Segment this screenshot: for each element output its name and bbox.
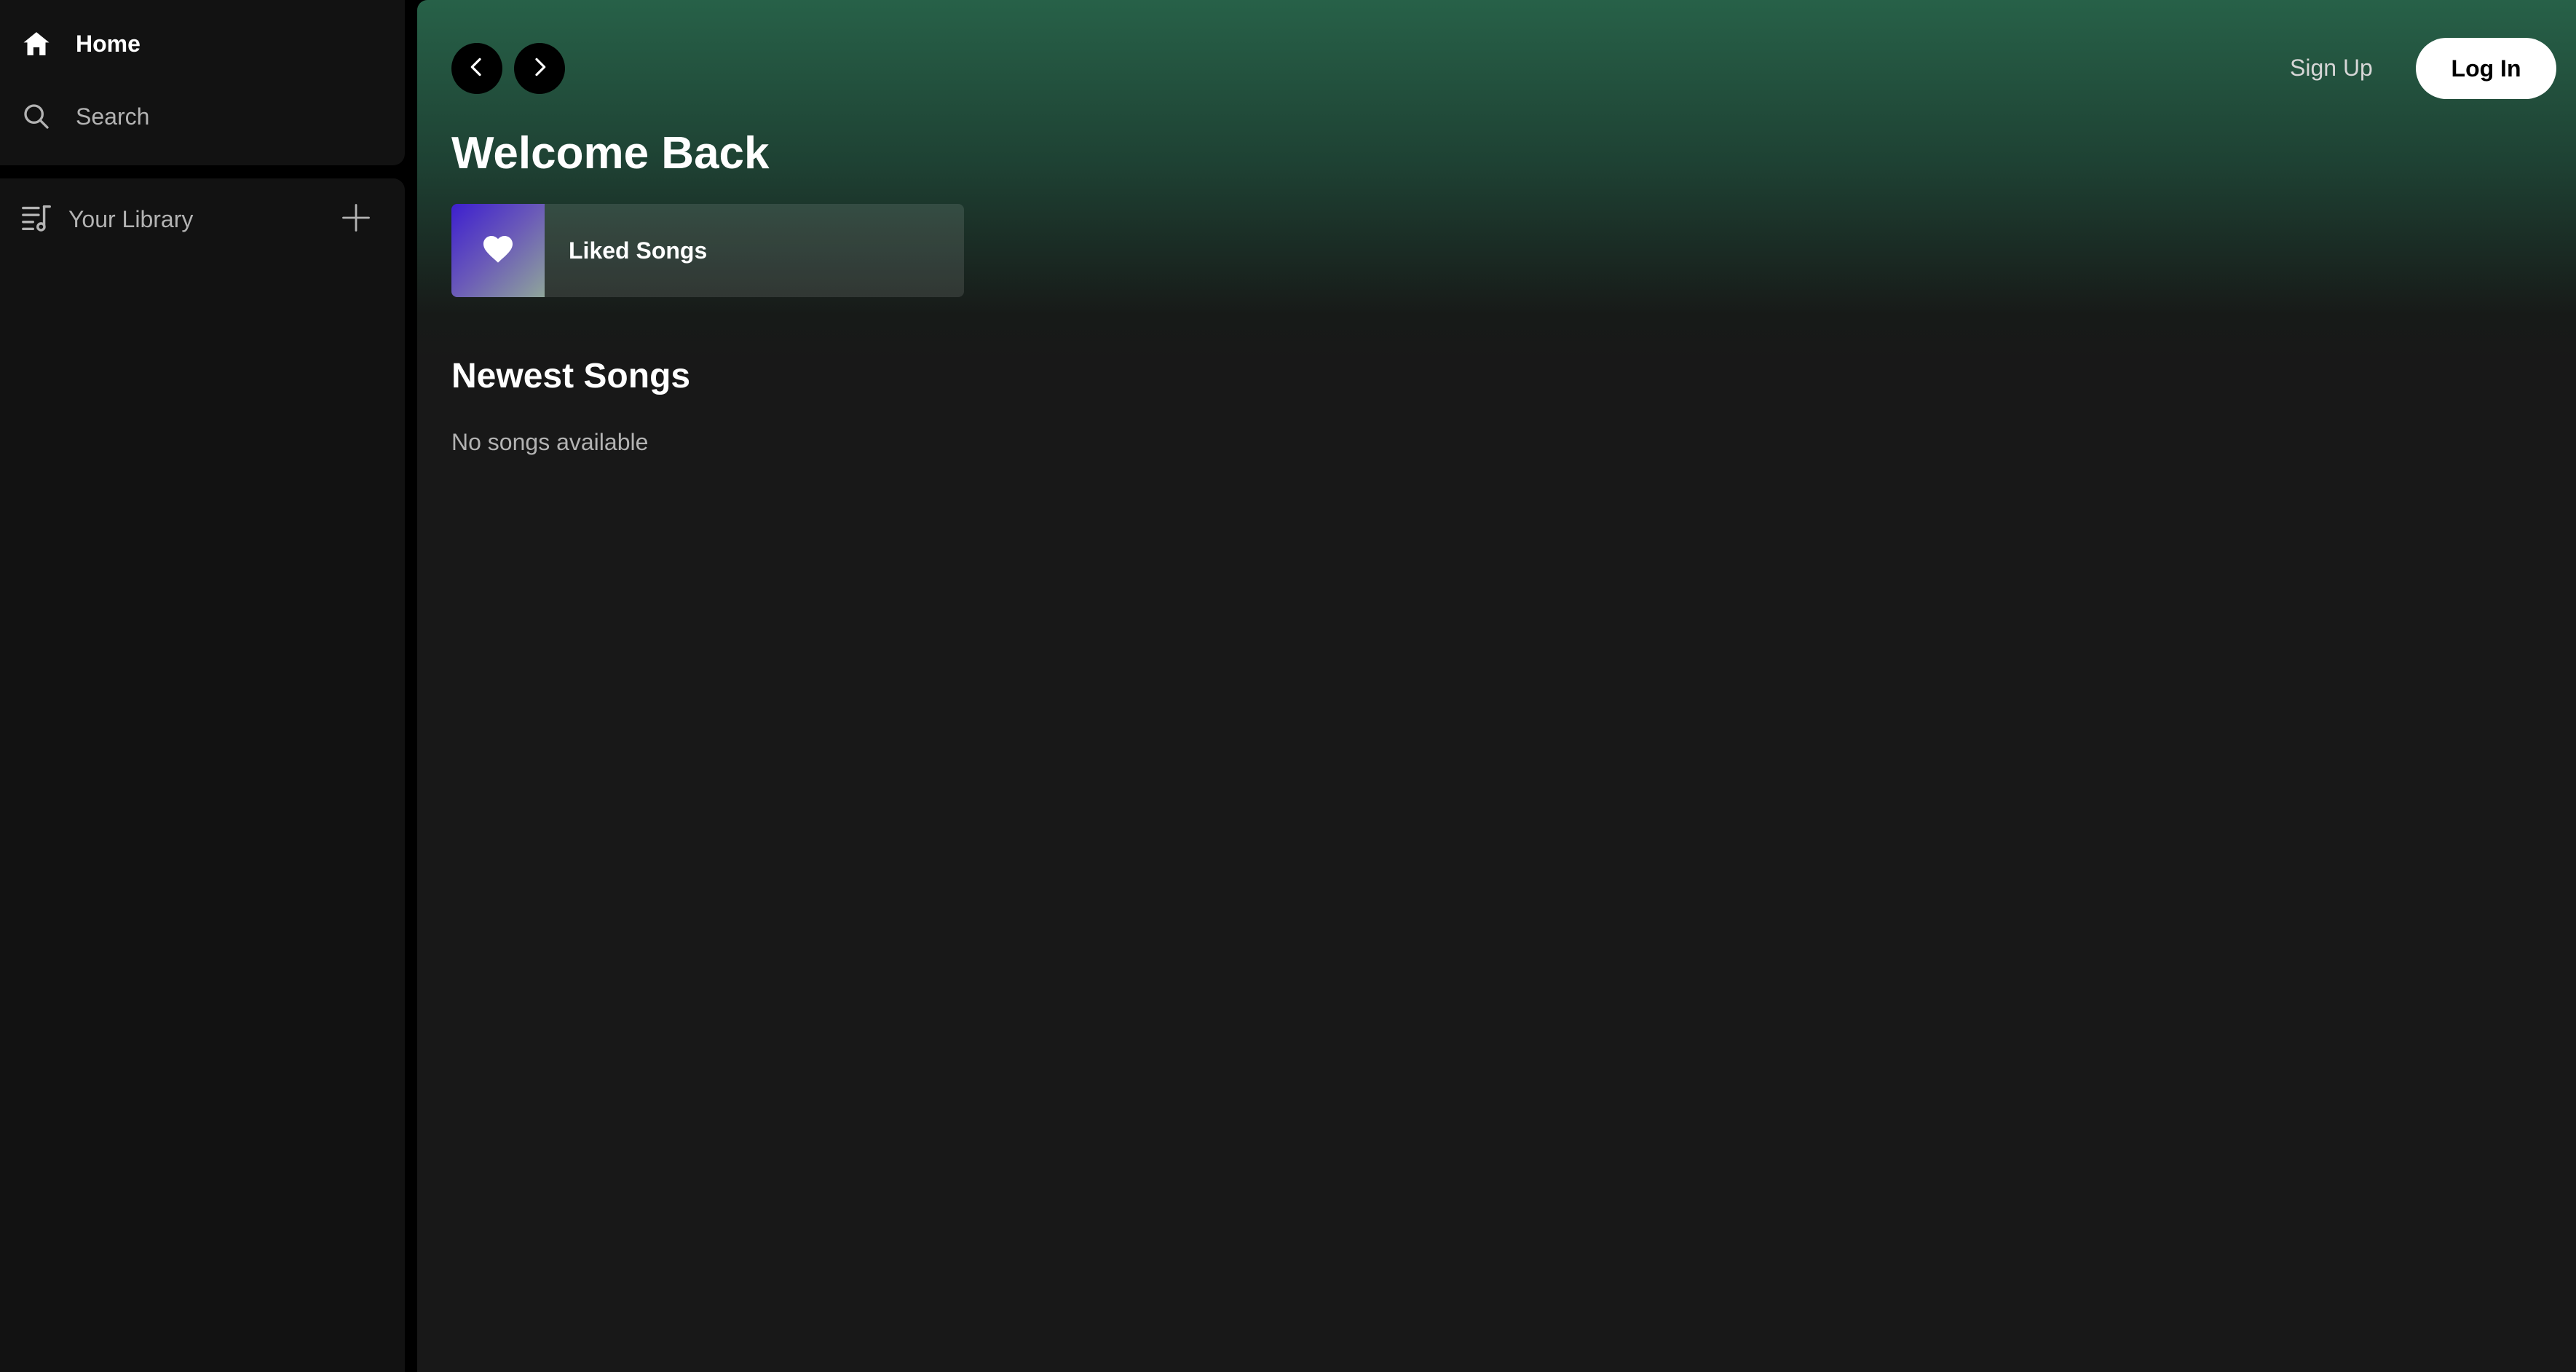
- forward-button[interactable]: [514, 43, 565, 94]
- chevron-right-icon: [528, 55, 551, 82]
- sign-up-button[interactable]: Sign Up: [2290, 51, 2373, 84]
- library-icon: [20, 201, 54, 238]
- page-title: Welcome Back: [451, 128, 770, 178]
- search-icon: [20, 100, 52, 133]
- sidebar-item-search-label: Search: [76, 103, 150, 130]
- app-window: Home Search Your Library Sign Up Log In …: [0, 0, 2576, 1372]
- empty-state-message: No songs available: [451, 429, 649, 455]
- heart-icon: [481, 232, 515, 270]
- sidebar-item-search[interactable]: Search: [20, 100, 149, 133]
- sidebar-nav: Home Search: [0, 0, 405, 165]
- chevron-left-icon: [465, 55, 489, 82]
- create-playlist-button[interactable]: [339, 202, 373, 236]
- liked-songs-label: Liked Songs: [569, 237, 708, 264]
- newest-songs-heading: Newest Songs: [451, 357, 691, 395]
- main-content: Sign Up Log In Welcome Back Liked Songs …: [417, 0, 2576, 1372]
- liked-songs-cover: [451, 204, 545, 297]
- library-header: Your Library: [20, 202, 373, 236]
- liked-songs-card[interactable]: Liked Songs: [451, 204, 964, 297]
- your-library-label: Your Library: [68, 205, 194, 232]
- your-library-button[interactable]: Your Library: [20, 201, 193, 238]
- sidebar-item-home[interactable]: Home: [20, 28, 141, 60]
- sidebar-item-home-label: Home: [76, 30, 141, 57]
- sidebar-library: [0, 178, 405, 1372]
- plus-icon: [341, 202, 371, 237]
- home-icon: [20, 28, 52, 60]
- log-in-button[interactable]: Log In: [2416, 38, 2556, 99]
- back-button[interactable]: [451, 43, 502, 94]
